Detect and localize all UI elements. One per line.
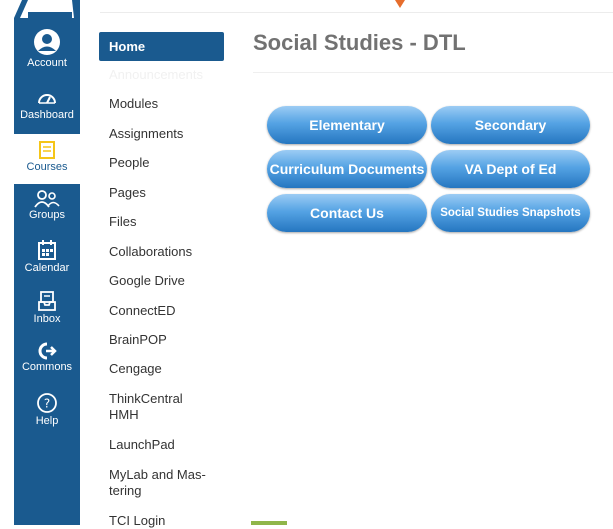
dashboard-icon (38, 94, 56, 104)
global-nav-label: Help (35, 415, 59, 427)
title-divider (253, 72, 613, 73)
global-nav-label: Inbox (33, 313, 61, 325)
global-nav-label: Calendar (24, 262, 70, 274)
course-nav-home[interactable]: Home (99, 32, 224, 61)
account-icon (34, 29, 60, 55)
course-nav-google-drive[interactable]: Google Drive (109, 273, 219, 289)
global-nav-courses[interactable]: Courses (14, 134, 80, 184)
course-nav-announcements[interactable]: Announcements (109, 67, 219, 83)
logo-icon (14, 0, 80, 18)
course-nav-collaborations[interactable]: Collaborations (109, 244, 219, 260)
svg-text:?: ? (44, 397, 50, 411)
help-icon: ? (37, 393, 57, 413)
secondary-button[interactable]: Secondary (431, 106, 590, 144)
curriculum-documents-button[interactable]: Curriculum Documents (267, 150, 427, 188)
commons-icon (38, 342, 57, 360)
inbox-icon (38, 291, 56, 311)
global-nav-inbox[interactable]: Inbox (14, 290, 80, 325)
global-nav-label: Dashboard (20, 109, 74, 121)
groups-icon (34, 190, 60, 208)
global-nav-label: Groups (28, 209, 66, 221)
course-nav-tci-login[interactable]: TCI Login (109, 513, 219, 529)
global-nav-commons[interactable]: Commons (14, 342, 80, 373)
social-studies-snapshots-button[interactable]: Social Studies Snapshots (431, 194, 590, 232)
global-nav-groups[interactable]: Groups (14, 190, 80, 221)
global-nav-account[interactable]: Account (14, 28, 80, 69)
caret-down-icon (395, 0, 405, 8)
global-nav-label: Courses (26, 161, 68, 173)
courses-icon (39, 141, 55, 159)
course-nav-cengage[interactable]: Cengage (109, 361, 219, 377)
global-nav: Account Dashboard Courses Groups Calenda… (14, 0, 80, 525)
elementary-button[interactable]: Elementary (267, 106, 427, 144)
course-nav-assignments[interactable]: Assignments (109, 126, 219, 142)
course-nav-launchpad[interactable]: LaunchPad (109, 437, 219, 453)
course-nav-mylab[interactable]: MyLab and Mas-tering (109, 467, 209, 499)
course-nav-people[interactable]: People (109, 155, 219, 171)
course-nav-pages[interactable]: Pages (109, 185, 219, 201)
global-nav-dashboard[interactable]: Dashboard (14, 88, 80, 121)
course-nav-thinkcentral[interactable]: ThinkCentral HMH (109, 391, 189, 423)
course-nav-brainpop[interactable]: BrainPOP (109, 332, 219, 348)
global-nav-calendar[interactable]: Calendar (14, 239, 80, 274)
global-nav-label: Commons (21, 361, 73, 373)
va-dept-of-ed-button[interactable]: VA Dept of Ed (431, 150, 590, 188)
calendar-icon (38, 240, 56, 260)
course-nav-modules[interactable]: Modules (109, 96, 219, 112)
global-nav-label: Account (27, 57, 67, 69)
page-title: Social Studies - DTL (253, 30, 466, 55)
header-divider (100, 12, 613, 13)
institution-logo[interactable] (14, 0, 80, 18)
global-nav-help[interactable]: ? Help (14, 392, 80, 427)
course-nav-files[interactable]: Files (109, 214, 219, 230)
footer-accent-bar (251, 521, 287, 525)
course-nav-connected[interactable]: ConnectED (109, 303, 219, 319)
contact-us-button[interactable]: Contact Us (267, 194, 427, 232)
